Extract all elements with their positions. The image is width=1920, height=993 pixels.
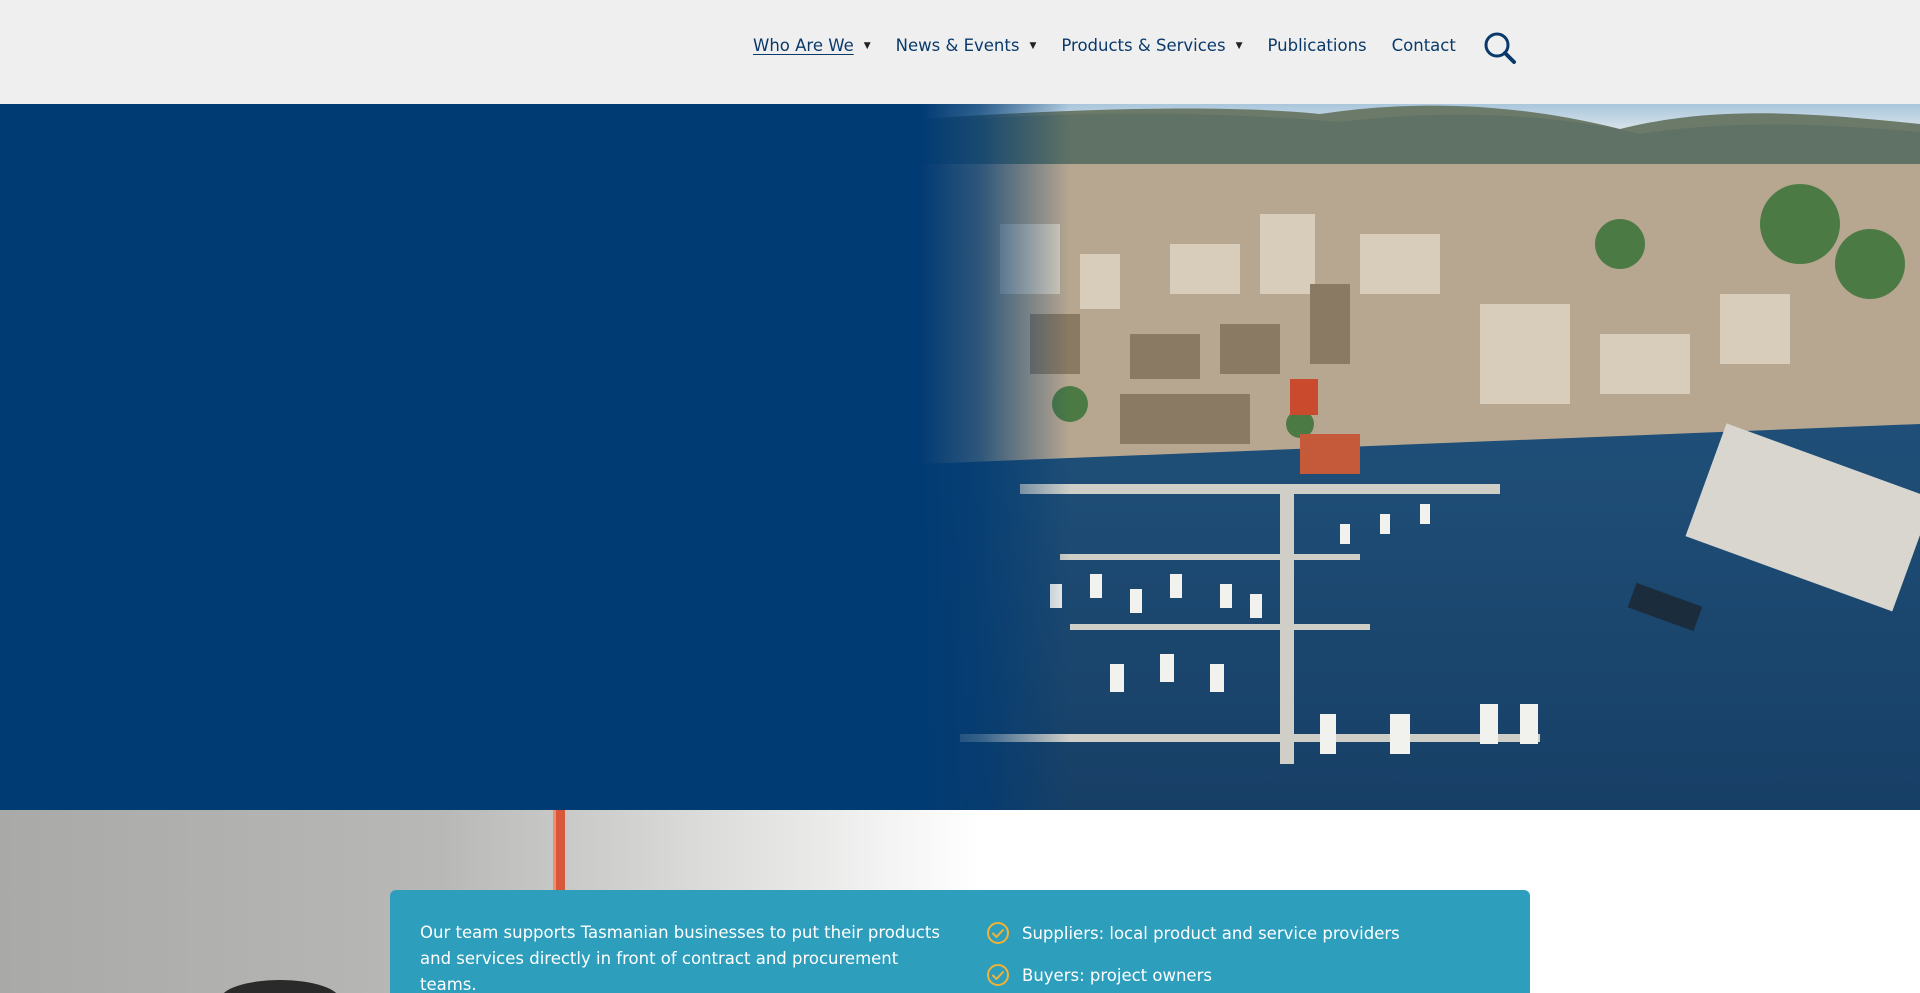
nav-item-who-are-we[interactable]: Who Are We ▼	[753, 36, 871, 55]
nav-label: Products & Services	[1061, 36, 1226, 55]
hero-banner	[0, 104, 1920, 810]
check-circle-icon	[987, 964, 1009, 986]
site-header: Who Are We ▼ News & Events ▼ Products & …	[0, 0, 1920, 104]
nav-item-products-services[interactable]: Products & Services ▼	[1061, 36, 1242, 55]
info-card: Our team supports Tasmanian businesses t…	[390, 890, 1530, 993]
check-list: Suppliers: local product and service pro…	[986, 920, 1400, 993]
nav-item-publications[interactable]: Publications	[1267, 36, 1366, 55]
caret-down-icon: ▼	[1029, 40, 1037, 51]
list-item: Suppliers: local product and service pro…	[986, 920, 1400, 946]
nav-label: Who Are We	[753, 36, 854, 55]
aerial-harbour-city-photo	[920, 104, 1920, 810]
caret-down-icon: ▼	[863, 40, 871, 51]
list-item-label: Suppliers: local product and service pro…	[1022, 923, 1400, 943]
caret-down-icon: ▼	[1235, 40, 1243, 51]
nav-label: Publications	[1267, 36, 1367, 55]
list-item: Buyers: project owners	[986, 962, 1400, 988]
nav-item-contact[interactable]: Contact	[1392, 36, 1456, 55]
search-icon	[1484, 32, 1516, 64]
info-text: Our team supports Tasmanian businesses t…	[420, 923, 940, 993]
hero-gradient-overlay	[920, 104, 1070, 810]
nav-item-news-events[interactable]: News & Events ▼	[896, 36, 1037, 55]
intro-section: Our team supports Tasmanian businesses t…	[0, 810, 1920, 993]
nav-label: Contact	[1391, 36, 1456, 55]
nav-label: News & Events	[895, 36, 1020, 55]
list-item-label: Buyers: project owners	[1022, 965, 1212, 985]
check-circle-icon	[987, 922, 1009, 944]
search-button[interactable]	[1482, 30, 1518, 66]
main-nav: Who Are We ▼ News & Events ▼ Products & …	[753, 36, 1481, 55]
